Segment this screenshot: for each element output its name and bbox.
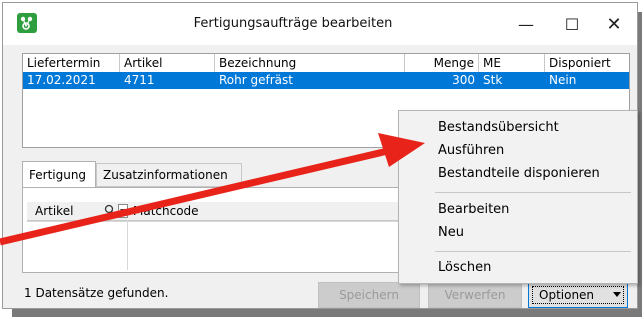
annotation-arrow xyxy=(0,133,425,246)
